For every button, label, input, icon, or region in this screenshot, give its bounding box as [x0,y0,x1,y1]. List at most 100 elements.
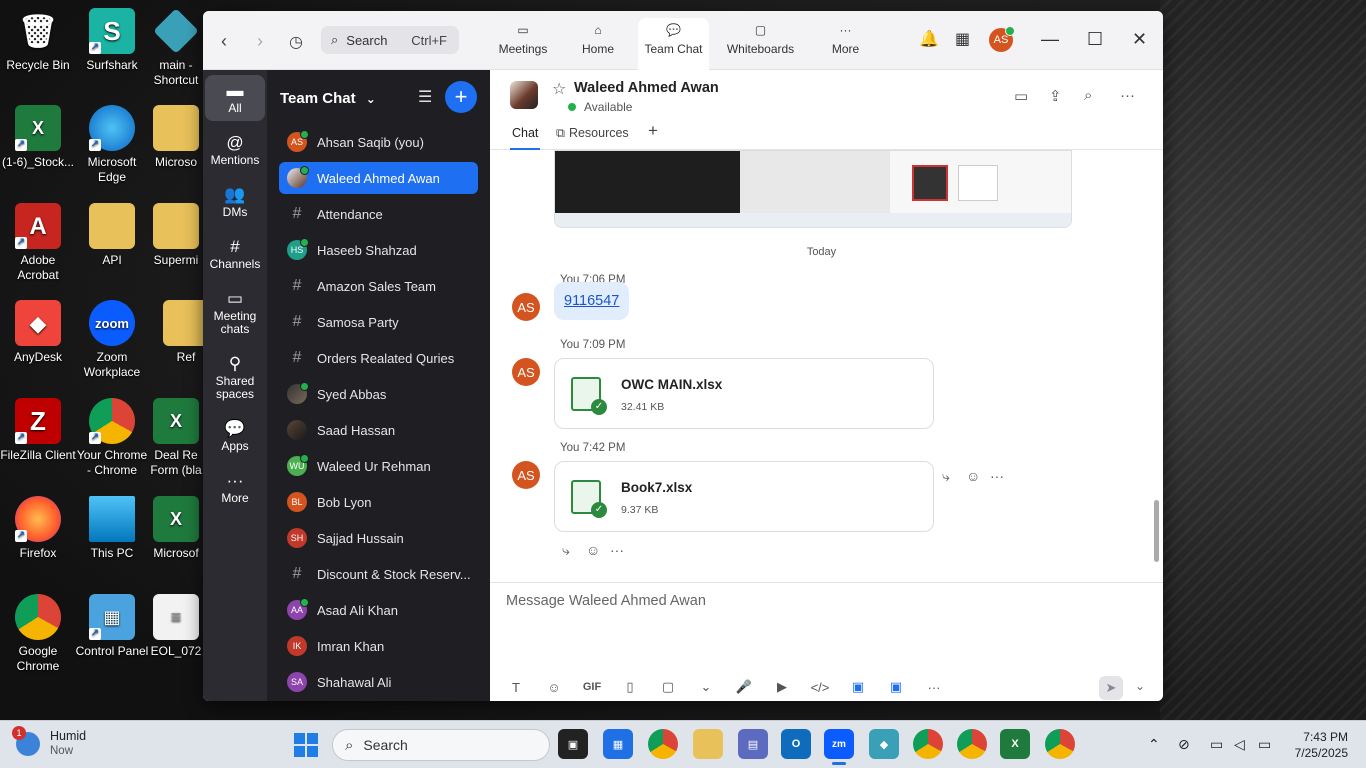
rail-item-mentions[interactable]: @ Mentions [205,132,265,167]
rail-item-dms[interactable]: 👥 DMs [205,184,265,219]
chat-item-orders-realated-quries[interactable]: # Orders Realated Quries [279,342,478,374]
tab-team-chat[interactable]: 💬 Team Chat [638,18,709,70]
screenshot-icon[interactable]: ▢ [658,679,678,695]
microphone-icon[interactable]: 🎤 [734,679,754,695]
chat-item-imran-khan[interactable]: IK Imran Khan [279,630,478,662]
desktop-icon-adobe-acrobat[interactable]: A ↗ Adobe Acrobat [0,203,76,283]
excel-taskbar-icon[interactable]: X [1000,729,1030,759]
zoom-taskbar-icon[interactable]: zm [824,729,854,765]
emoji-reaction-icon[interactable]: ☺ [586,542,600,558]
desktop-icon-zoom[interactable]: zoom Zoom Workplace [74,300,150,380]
tab-more[interactable]: ··· More [818,18,873,70]
tab-resources[interactable]: ⧉ Resources [556,126,629,141]
desktop-icon-google-chrome[interactable]: Google Chrome [0,594,76,674]
history-icon[interactable]: ◷ [289,32,303,52]
calendar-icon[interactable]: ▦ [955,29,970,49]
store-icon[interactable]: ▦ [603,729,633,759]
rail-item-meeting-chats[interactable]: ▭ Meeting chats [205,288,265,336]
outlook-icon[interactable]: O [781,729,811,759]
message-input[interactable]: Message Waleed Ahmed Awan [506,593,706,609]
message-link[interactable]: 9116547 [554,282,630,320]
desktop-icon-your-chrome[interactable]: ↗ Your Chrome - Chrome [74,398,150,478]
app-taskbar-icon[interactable]: ◆ [869,729,899,759]
rail-item-channels[interactable]: # Channels [205,236,265,271]
weather-widget[interactable]: 1 Humid Now [12,726,86,759]
task-view-icon[interactable]: ▣ [558,729,588,759]
chrome-profile-icon[interactable] [1045,729,1075,759]
taskbar-search[interactable]: ⌕ Search [332,729,550,761]
chat-item-bob-lyon[interactable]: BL Bob Lyon [279,486,478,518]
desktop-icon-microsoft-folder[interactable]: Microso [148,105,204,170]
reply-icon[interactable]: ⤷ [942,468,950,485]
format-text-icon[interactable]: T [506,680,526,695]
file-explorer-icon[interactable] [693,729,723,759]
avatar[interactable]: AS [512,358,540,386]
chevron-down-icon[interactable]: ⌄ [1135,679,1145,693]
scrollbar[interactable] [1154,500,1159,562]
more-options-icon[interactable]: ··· [610,542,624,558]
volume-icon[interactable]: ◁ [1234,736,1245,753]
desktop-icon-deal-form[interactable]: X Deal Re Form (bla [148,398,204,478]
chrome-profile-icon[interactable] [957,729,987,759]
chat-item-ahsan-saqib[interactable]: AS Ahsan Saqib (you) [279,126,478,158]
bell-icon[interactable]: 🔔 [919,29,939,49]
desktop-icon-api-folder[interactable]: API [74,203,150,268]
desktop-icon-recycle-bin[interactable]: 🗑 Recycle Bin [0,8,76,73]
maximize-icon[interactable]: ☐ [1087,29,1103,50]
code-snippet-icon[interactable]: </> [810,680,830,695]
tab-whiteboards[interactable]: ▢ Whiteboards [723,18,798,70]
app-icon[interactable]: ▣ [848,679,868,695]
minimize-icon[interactable]: — [1041,29,1059,50]
display-icon[interactable]: ▭ [1210,736,1223,753]
shared-screenshot-image[interactable] [554,150,1072,228]
chrome-icon[interactable] [648,729,678,759]
desktop-icon-eol-file[interactable]: ≡ EOL_072 [148,594,204,659]
forward-arrow-icon[interactable]: › [257,31,263,52]
tab-chat[interactable]: Chat [509,126,541,150]
desktop-icon-control-panel[interactable]: ▦ ↗ Control Panel [74,594,150,659]
rail-item-apps[interactable]: 💬 Apps [205,418,265,453]
chat-item-discount-stock-reserv[interactable]: # Discount & Stock Reserv... [279,558,478,590]
send-button[interactable]: ➤ [1099,676,1123,700]
calculator-icon[interactable]: ▤ [738,729,768,759]
more-icon[interactable]: ··· [924,680,944,695]
rail-item-shared-spaces[interactable]: ⚲ Shared spaces [205,353,265,401]
new-chat-button[interactable]: + [445,81,477,113]
video-message-icon[interactable]: ▶ [772,679,792,695]
desktop-icon-firefox[interactable]: ↗ Firefox [0,496,76,561]
back-arrow-icon[interactable]: ‹ [221,31,227,52]
app-icon[interactable]: ▣ [886,679,906,695]
chevron-up-icon[interactable]: ⌃ [1148,736,1160,753]
chat-item-waleed-ur-rehman[interactable]: WU Waleed Ur Rehman [279,450,478,482]
chat-item-asad-ali-khan[interactable]: AA Asad Ali Khan [279,594,478,626]
desktop-icon-stock-file[interactable]: X ↗ (1-6)_Stock... [0,105,76,170]
chat-item-syed-abbas[interactable]: Syed Abbas [279,378,478,410]
file-attachment[interactable]: OWC MAIN.xlsx 32.41 KB [554,358,934,429]
chat-item-attendance[interactable]: # Attendance [279,198,478,230]
start-button[interactable] [294,733,318,757]
filter-icon[interactable]: ☰ [418,87,432,107]
desktop-icon-this-pc[interactable]: This PC [74,496,150,561]
more-options-icon[interactable]: ··· [1120,87,1135,104]
chat-item-sajjad-hussain[interactable]: SH Sajjad Hussain [279,522,478,554]
file-icon[interactable]: ▯ [620,679,640,695]
emoji-icon[interactable]: ☺ [544,680,564,695]
contact-photo[interactable] [510,81,538,109]
chrome-profile-icon[interactable] [913,729,943,759]
chat-item-haseeb-shahzad[interactable]: HS Haseeb Shahzad [279,234,478,266]
chat-list-title[interactable]: Team Chat ⌄ [280,90,376,107]
add-tab-icon[interactable]: + [648,121,658,141]
rail-item-more[interactable]: ··· More [205,470,265,505]
avatar[interactable]: AS [989,26,1015,52]
desktop-icon-edge[interactable]: ↗ Microsoft Edge [74,105,150,185]
desktop-icon-main-shortcut[interactable]: main - Shortcut [148,8,204,88]
tab-meetings[interactable]: ▭ Meetings [493,18,553,70]
tab-home[interactable]: ⌂ Home [568,18,628,70]
chat-item-saad-hassan[interactable]: Saad Hassan [279,414,478,446]
video-call-icon[interactable]: ▭ [1014,87,1028,105]
desktop-icon-supermi-folder[interactable]: Supermi [148,203,204,268]
chevron-down-icon[interactable]: ⌄ [696,679,716,695]
chat-item-waleed-ahmed-awan[interactable]: Waleed Ahmed Awan [279,162,478,194]
desktop-icon-microsoft-excel[interactable]: X Microsof [148,496,204,561]
reply-icon[interactable]: ⤷ [562,542,570,559]
